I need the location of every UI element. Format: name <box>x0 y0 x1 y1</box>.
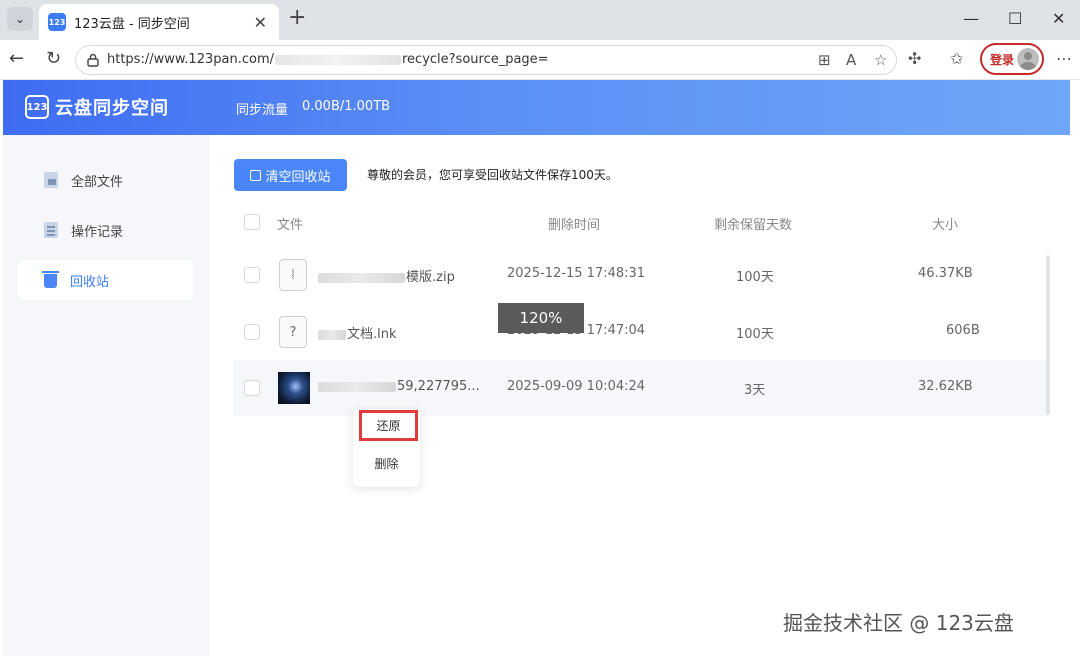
window-close-icon[interactable]: ✕ <box>1052 9 1065 28</box>
unknown-file-icon: ? <box>279 316 307 348</box>
zoom-indicator: 120% <box>498 303 584 333</box>
file-name[interactable]: 文档.lnk <box>318 323 397 342</box>
table-row[interactable]: 59,227795... 2025-09-09 10:04:24 3天 32.6… <box>234 360 1047 416</box>
sidebar: 全部文件 操作记录 回收站 <box>3 135 210 656</box>
traffic-value: 0.00B/1.00TB <box>302 99 391 114</box>
sidebar-item-label: 回收站 <box>70 274 110 290</box>
file-name[interactable]: 59,227795... <box>318 379 480 394</box>
trash-icon <box>42 271 59 288</box>
row-checkbox[interactable] <box>244 267 260 283</box>
app-header: 123 云盘同步空间 同步流量 0.00B/1.00TB <box>3 80 1070 135</box>
app-logo-text: 云盘同步空间 <box>55 98 169 119</box>
file-size: 46.37KB <box>918 266 973 281</box>
table-row[interactable]: ? 文档.lnk 2025-12-15 17:47:04 100天 606B <box>234 304 1047 360</box>
tab-list-chevron-icon[interactable]: ⌄ <box>7 7 33 31</box>
zip-file-icon: ⦚ <box>279 259 307 291</box>
row-checkbox[interactable] <box>244 324 260 340</box>
row-checkbox[interactable] <box>244 380 260 396</box>
table-scrollbar[interactable] <box>1046 255 1050 415</box>
sidebar-item-all-files[interactable]: 全部文件 <box>18 160 193 200</box>
lock-icon <box>87 53 99 67</box>
sidebar-item-recycle-bin[interactable]: 回收站 <box>18 260 193 300</box>
main-content: 清空回收站 尊敬的会员，您可享受回收站文件保存100天。 文件 删除时间 剩余保… <box>210 135 1070 656</box>
file-size: 606B <box>946 323 980 338</box>
url-blurred-segment <box>274 54 401 65</box>
file-size: 32.62KB <box>918 379 973 394</box>
tab-close-icon[interactable]: ✕ <box>254 13 267 32</box>
column-header-size[interactable]: 大小 <box>932 214 958 233</box>
sidebar-item-label: 全部文件 <box>71 174 124 190</box>
delete-menu-item[interactable]: 删除 <box>353 448 420 478</box>
browser-toolbar: ← ↻ https://www.123pan.com/recycle?sourc… <box>0 40 1080 80</box>
more-options-icon[interactable]: ⋯ <box>1056 49 1072 68</box>
select-all-checkbox[interactable] <box>244 214 260 230</box>
avatar <box>1017 48 1039 70</box>
app-grid-icon[interactable]: ⊞ <box>818 51 831 69</box>
favicon-icon: 123 <box>48 13 66 31</box>
browser-tab[interactable]: 123 123云盘 - 同步空间 ✕ <box>39 4 279 40</box>
table-row[interactable]: ⦚ 模版.zip 2025-12-15 17:48:31 100天 46.37K… <box>234 247 1047 303</box>
clear-recycle-bin-button[interactable]: 清空回收站 <box>234 159 347 191</box>
watermark: 掘金技术社区 @ 123云盘 <box>783 611 1014 635</box>
traffic-label: 同步流量 <box>236 103 289 118</box>
trash-outline-icon <box>250 169 262 181</box>
sidebar-item-label: 操作记录 <box>71 224 124 240</box>
tab-title: 123云盘 - 同步空间 <box>74 16 190 32</box>
restore-menu-item[interactable]: 还原 <box>359 410 418 441</box>
minimize-icon[interactable]: — <box>963 9 979 28</box>
days-left: 3天 <box>744 383 766 398</box>
logo-icon: 123 <box>25 95 49 119</box>
clear-button-label: 清空回收站 <box>265 169 331 185</box>
context-menu: 还原 删除 <box>353 409 420 487</box>
favorites-icon[interactable]: ✩ <box>950 49 963 68</box>
back-arrow-icon[interactable]: ← <box>9 48 24 69</box>
log-icon <box>44 222 58 238</box>
browser-tab-strip: ⌄ 123 123云盘 - 同步空间 ✕ + — ☐ ✕ <box>0 0 1080 40</box>
deleted-time: 2025-12-15 17:48:31 <box>507 266 646 281</box>
name-blurred-segment <box>318 381 396 392</box>
days-left: 100天 <box>736 327 774 342</box>
login-label: 登录 <box>990 52 1015 67</box>
name-blurred-segment <box>318 329 346 340</box>
image-thumbnail <box>278 372 310 404</box>
favorite-star-icon[interactable]: ☆ <box>874 51 887 69</box>
member-notice: 尊敬的会员，您可享受回收站文件保存100天。 <box>367 168 618 182</box>
days-left: 100天 <box>736 270 774 285</box>
column-header-days-left[interactable]: 剩余保留天数 <box>714 214 792 233</box>
url-text: https://www.123pan.com/recycle?source_pa… <box>107 52 549 67</box>
files-icon <box>44 172 58 188</box>
maximize-icon[interactable]: ☐ <box>1008 9 1022 28</box>
file-name[interactable]: 模版.zip <box>318 266 455 285</box>
deleted-time: 2025-09-09 10:04:24 <box>507 379 646 394</box>
name-blurred-segment <box>318 272 405 283</box>
sidebar-item-operation-log[interactable]: 操作记录 <box>18 210 193 250</box>
login-button[interactable]: 登录 <box>980 43 1044 75</box>
column-header-deleted-time[interactable]: 删除时间 <box>548 214 600 233</box>
address-bar[interactable]: https://www.123pan.com/recycle?source_pa… <box>75 45 897 75</box>
extensions-icon[interactable]: ✣ <box>908 49 921 68</box>
refresh-icon[interactable]: ↻ <box>46 48 61 69</box>
new-tab-plus-icon[interactable]: + <box>288 7 306 29</box>
read-aloud-icon[interactable]: A <box>846 51 856 69</box>
column-header-name[interactable]: 文件 <box>277 214 303 233</box>
